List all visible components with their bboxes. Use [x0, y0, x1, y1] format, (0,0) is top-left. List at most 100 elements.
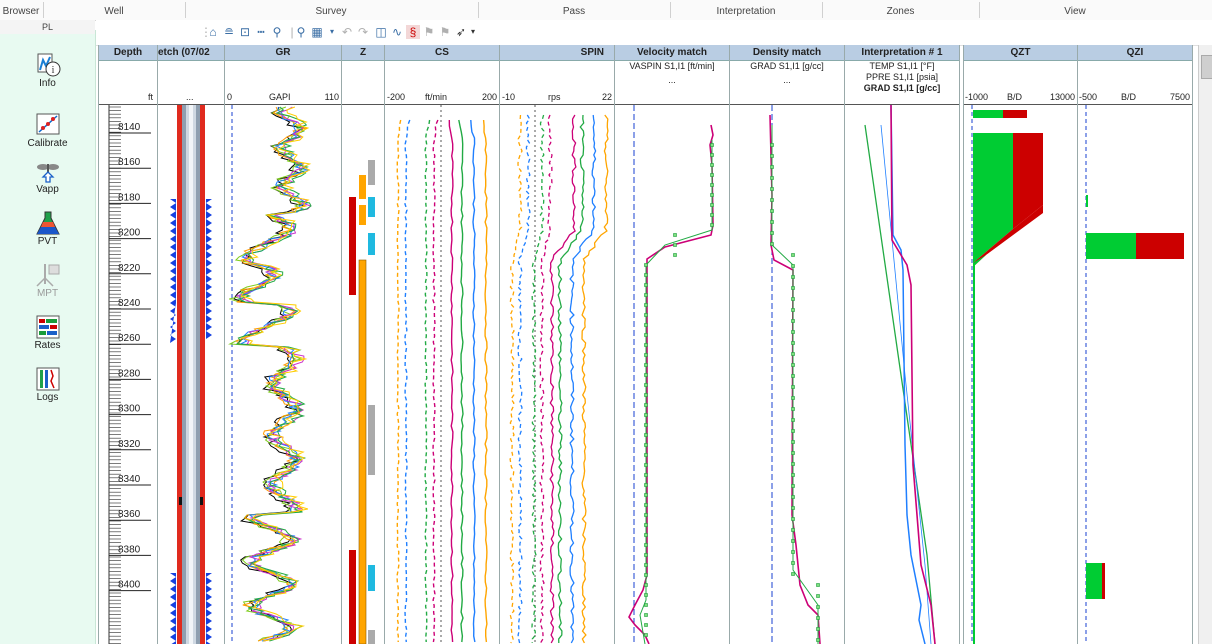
calibrate-icon	[36, 113, 59, 135]
dens-model-point	[791, 440, 795, 444]
dens-model-point	[791, 473, 795, 477]
dens-model-point	[791, 451, 795, 455]
track-qzt: QZT -1000 B/D 13000	[963, 45, 1078, 644]
browser-item-label: MPT	[36, 288, 59, 299]
dens-model-point	[770, 242, 774, 246]
dens-model-point	[791, 484, 795, 488]
dens-model-curve	[771, 125, 819, 644]
depth-label: 8400	[118, 580, 141, 591]
highlight-curve-icon[interactable]: §	[406, 25, 420, 39]
vel-model-point	[644, 313, 648, 317]
depth-label: 8380	[118, 544, 141, 555]
vel-model-point	[644, 633, 648, 637]
dens-model-point	[791, 319, 795, 323]
dens-model-point	[791, 308, 795, 312]
vel-model-point	[673, 243, 677, 247]
tool-stack-icon[interactable]: ≘	[222, 25, 236, 39]
dens-model-point	[791, 363, 795, 367]
dens-model-point	[791, 286, 795, 290]
ribbon-group-well[interactable]: Well	[44, 0, 184, 20]
info-icon: i	[37, 53, 60, 77]
cs-curve	[424, 119, 431, 643]
vertical-scrollbar[interactable]	[1198, 45, 1212, 644]
depth-label: 8300	[118, 404, 141, 415]
browser-item-label: PVT	[37, 236, 58, 247]
interp-temp-curve	[864, 124, 936, 644]
track-gr: GR 0 GAPI 110	[224, 45, 342, 644]
gr-curve	[235, 106, 309, 642]
ribbon-group-view[interactable]: View	[980, 0, 1170, 20]
track-depth: Depth ft 8140 8160 8180 8200 8220 8240 8260 828…	[98, 45, 158, 644]
vel-model-curve	[639, 140, 713, 644]
chevron-down-icon[interactable]: ▾	[466, 25, 480, 39]
cs-curves	[396, 105, 488, 644]
vel-model-point	[644, 333, 648, 337]
chevron-down-icon[interactable]: ▾	[325, 25, 339, 39]
interp-blue-curve	[890, 104, 926, 644]
undo-icon[interactable]: ↶	[340, 25, 354, 39]
log-plot: Depth ft 8140 8160 8180 8200 8220 8240 8260 828…	[96, 45, 1196, 644]
ribbon-group-survey[interactable]: Survey	[186, 0, 476, 20]
browser-item-mpt[interactable]: MPT	[0, 262, 95, 299]
vel-model-point	[644, 283, 648, 287]
dens-measured-curve	[769, 114, 821, 644]
track-spin: SPIN -10 rps 22	[499, 45, 615, 644]
depth-label: 8260	[118, 333, 141, 344]
tool-pin-icon[interactable]: ⚲	[270, 25, 284, 39]
dens-model-point	[816, 638, 820, 642]
vel-model-point	[644, 443, 648, 447]
ribbon-group-browser[interactable]: Browser	[0, 0, 42, 20]
cs-curve	[448, 119, 454, 643]
interpretation-curves	[864, 104, 936, 644]
dens-model-point	[770, 154, 774, 158]
spin-curve	[509, 114, 523, 644]
tool-disabled-icon-2[interactable]: ⚑	[438, 25, 452, 39]
dens-model-point	[791, 418, 795, 422]
tool-disabled-icon[interactable]: ⚑	[422, 25, 436, 39]
table-icon[interactable]: ▦	[310, 25, 324, 39]
curve-icon[interactable]: ∿	[390, 25, 404, 39]
gr-curves	[228, 105, 312, 644]
dens-model-point	[770, 220, 774, 224]
vel-model-point	[644, 493, 648, 497]
tool-dashed-line-icon[interactable]: ┅	[254, 25, 268, 39]
cs-curve	[404, 119, 411, 643]
scrollbar-thumb[interactable]	[1201, 55, 1212, 79]
vel-model-point	[644, 263, 648, 267]
depth-label: 8340	[118, 474, 141, 485]
depth-label: 8280	[118, 368, 141, 379]
depth-label: 8320	[118, 439, 141, 450]
zoom-icon[interactable]: ⚲	[294, 25, 308, 39]
dens-model-point	[791, 506, 795, 510]
vel-model-point	[644, 433, 648, 437]
browser-item-rates[interactable]: Rates	[0, 314, 95, 351]
dens-model-point	[791, 429, 795, 433]
ribbon-group-zones[interactable]: Zones	[823, 0, 978, 20]
columns-icon[interactable]: ◫	[374, 25, 388, 39]
browser-item-pvt[interactable]: PVT	[0, 210, 95, 247]
pvt-flask-icon	[35, 211, 60, 235]
browser-item-info[interactable]: i Info	[0, 52, 95, 89]
dens-model-point	[791, 561, 795, 565]
interp-ppre-curve	[880, 124, 932, 644]
ribbon-group-interpretation[interactable]: Interpretation	[671, 0, 821, 20]
dens-model-point	[791, 396, 795, 400]
ribbon-group-pass[interactable]: Pass	[479, 0, 669, 20]
browser-item-calibrate[interactable]: Calibrate	[0, 112, 95, 149]
dens-model-point	[791, 385, 795, 389]
vel-model-point	[673, 233, 677, 237]
dens-model-point	[791, 264, 795, 268]
browser-item-logs[interactable]: Logs	[0, 366, 95, 403]
tool-zoom-box-icon[interactable]: ⊡	[238, 25, 252, 39]
dens-model-point	[816, 616, 820, 620]
velocity-match-curves	[628, 105, 714, 644]
gr-curve	[233, 106, 305, 642]
redo-icon[interactable]: ↷	[356, 25, 370, 39]
vel-model-point	[644, 583, 648, 587]
vel-model-point	[710, 223, 714, 227]
vel-model-point	[644, 473, 648, 477]
dens-model-point	[791, 374, 795, 378]
home-icon[interactable]: ⌂	[206, 25, 220, 39]
dens-model-point	[770, 165, 774, 169]
browser-item-vapp[interactable]: Vapp	[0, 158, 95, 195]
